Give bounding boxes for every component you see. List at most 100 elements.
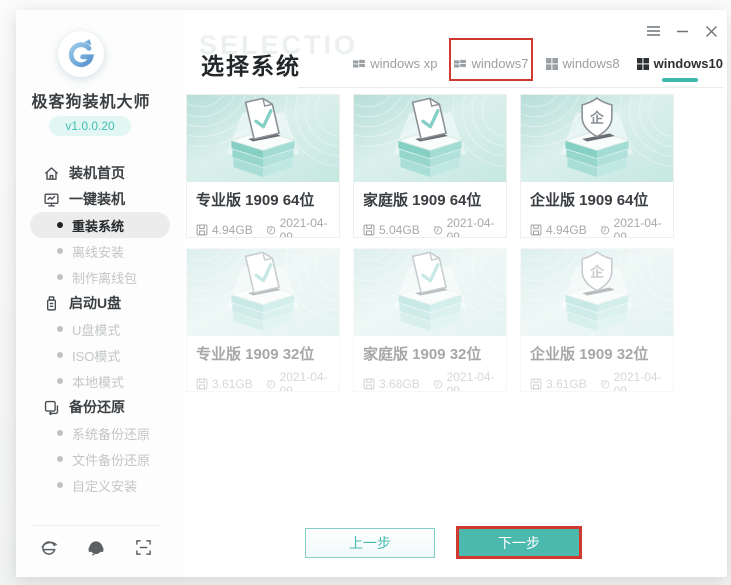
- sidebar-item-系统备份还原[interactable]: 系统备份还原: [16, 420, 184, 446]
- ie-browser-icon[interactable]: [40, 539, 58, 557]
- system-card-企业版 1909 64位[interactable]: 企 企业版 1909 64位 4.94GB 2021-04-09: [520, 94, 674, 238]
- windows-legacy-icon: [454, 59, 467, 68]
- sidebar-item-label: 本地模式: [72, 374, 125, 390]
- app-name: 极客狗装机大师: [31, 94, 151, 111]
- tab-windows10[interactable]: windows10: [636, 56, 723, 71]
- sidebar-item-label: 系统备份还原: [72, 426, 151, 442]
- disk-icon: [363, 224, 375, 236]
- sidebar-item-备份还原[interactable]: 备份还原: [16, 394, 184, 420]
- svg-text:企: 企: [589, 110, 604, 126]
- sidebar-menu: 装机首页 一键装机重装系统离线安装制作离线包 启动U盘 U盘模式 ISO模式本地模式…: [16, 160, 184, 498]
- sidebar-item-label: 制作离线包: [72, 270, 138, 286]
- sidebar-item-启动U盘[interactable]: 启动U盘: [16, 290, 184, 316]
- system-size: 3.68GB: [379, 377, 420, 391]
- windows-legacy-icon: [353, 59, 366, 68]
- system-name: 企业版 1909 32位: [530, 346, 649, 363]
- system-name: 家庭版 1909 64位: [363, 192, 482, 209]
- windows-modern-icon: [545, 57, 558, 70]
- bullet-icon: [57, 222, 63, 228]
- tab-windowsxp[interactable]: windows xp: [353, 56, 437, 71]
- sidebar-footer: [30, 525, 162, 565]
- system-date: 2021-04-09: [613, 370, 662, 392]
- clock-icon: [433, 225, 442, 235]
- sidebar-item-ISO模式[interactable]: ISO模式: [16, 342, 184, 368]
- home-icon: [44, 166, 59, 180]
- clock-icon: [600, 379, 609, 389]
- usb-icon: [46, 295, 57, 311]
- monitor-icon: [44, 192, 59, 207]
- svg-text:企: 企: [589, 264, 604, 280]
- sidebar-item-label: 重装系统: [72, 218, 125, 234]
- system-illustration: [354, 249, 506, 336]
- system-date: 2021-04-09: [446, 370, 495, 392]
- disk-icon: [530, 224, 542, 236]
- sidebar-item-U盘模式[interactable]: U盘模式: [16, 316, 184, 342]
- sidebar-item-自定义安装[interactable]: 自定义安装: [16, 472, 184, 498]
- sidebar-item-装机首页[interactable]: 装机首页: [16, 160, 184, 186]
- clock-icon: [600, 225, 609, 235]
- disk-icon: [196, 224, 208, 236]
- sidebar-item-label: 文件备份还原: [72, 452, 151, 468]
- disk-icon: [363, 378, 375, 390]
- annotation-box-next-button: 下一步: [456, 526, 582, 559]
- system-name: 专业版 1909 64位: [196, 192, 315, 209]
- system-date: 2021-04-09: [279, 370, 328, 392]
- system-name: 家庭版 1909 32位: [363, 346, 482, 363]
- bullet-icon: [57, 326, 63, 332]
- clock-icon: [266, 379, 275, 389]
- system-card-企业版 1909 32位[interactable]: 企 企业版 1909 32位 3.61GB 2021-04-09: [520, 248, 674, 392]
- sidebar-item-label: 一键装机: [69, 191, 125, 207]
- app-window: 极客狗装机大师 v1.0.0.20 装机首页 一键装机 重装系统 离线安装 制作离线包…: [16, 10, 727, 577]
- tab-label: windows xp: [370, 56, 438, 71]
- system-card-grid: 专业版 1909 64位 4.94GB 2021-04-09 家庭版 1909 …: [186, 94, 674, 392]
- system-illustration: 企: [521, 249, 673, 336]
- system-illustration: [354, 95, 506, 182]
- system-size: 4.94GB: [546, 223, 587, 237]
- system-name: 企业版 1909 64位: [530, 192, 649, 209]
- tab-label: windows10: [653, 56, 723, 71]
- bullet-icon: [57, 430, 63, 436]
- system-name: 专业版 1909 32位: [196, 346, 315, 363]
- scan-icon[interactable]: [134, 539, 152, 557]
- clock-icon: [433, 379, 442, 389]
- os-tabs: windows xp windows7 windows8 windows10: [353, 56, 723, 71]
- system-illustration: [187, 249, 339, 336]
- header-divider: [298, 87, 723, 88]
- sidebar-item-label: 离线安装: [72, 244, 125, 260]
- system-size: 4.94GB: [212, 223, 253, 237]
- sidebar-item-本地模式[interactable]: 本地模式: [16, 368, 184, 394]
- sidebar-item-label: 启动U盘: [69, 295, 122, 311]
- sidebar: 极客狗装机大师 v1.0.0.20 装机首页 一键装机 重装系统 离线安装 制作离线包…: [16, 10, 184, 577]
- system-card-专业版 1909 64位[interactable]: 专业版 1909 64位 4.94GB 2021-04-09: [186, 94, 340, 238]
- tab-windows7[interactable]: windows7: [454, 56, 529, 71]
- bullet-icon: [57, 378, 63, 384]
- system-illustration: 企: [521, 95, 673, 182]
- sidebar-item-label: ISO模式: [72, 348, 121, 364]
- sidebar-item-文件备份还原[interactable]: 文件备份还原: [16, 446, 184, 472]
- windows-modern-icon: [636, 57, 649, 70]
- system-date: 2021-04-09: [279, 216, 328, 238]
- system-card-专业版 1909 32位[interactable]: 专业版 1909 32位 3.61GB 2021-04-09: [186, 248, 340, 392]
- next-step-button[interactable]: 下一步: [459, 529, 579, 556]
- system-card-家庭版 1909 64位[interactable]: 家庭版 1909 64位 5.04GB 2021-04-09: [353, 94, 507, 238]
- system-illustration: [187, 95, 339, 182]
- bullet-icon: [57, 248, 63, 254]
- bullet-icon: [57, 352, 63, 358]
- disk-icon: [196, 378, 208, 390]
- prev-step-button[interactable]: 上一步: [305, 528, 435, 558]
- customer-service-icon[interactable]: [87, 539, 105, 557]
- sidebar-item-重装系统[interactable]: 重装系统: [30, 212, 170, 238]
- sidebar-item-一键装机[interactable]: 一键装机: [16, 186, 184, 212]
- sidebar-item-制作离线包[interactable]: 制作离线包: [16, 264, 184, 290]
- system-date: 2021-04-09: [446, 216, 495, 238]
- tab-label: windows8: [562, 56, 620, 71]
- system-size: 5.04GB: [379, 223, 420, 237]
- tab-windows8[interactable]: windows8: [545, 56, 620, 71]
- main-panel: SELECTION 选择系统 windows xp windows7 windo…: [184, 10, 727, 577]
- system-size: 3.61GB: [212, 377, 253, 391]
- system-date: 2021-04-09: [613, 216, 662, 238]
- sidebar-item-离线安装[interactable]: 离线安装: [16, 238, 184, 264]
- app-logo: [58, 31, 104, 77]
- system-card-家庭版 1909 32位[interactable]: 家庭版 1909 32位 3.68GB 2021-04-09: [353, 248, 507, 392]
- page-title: 选择系统: [201, 53, 301, 79]
